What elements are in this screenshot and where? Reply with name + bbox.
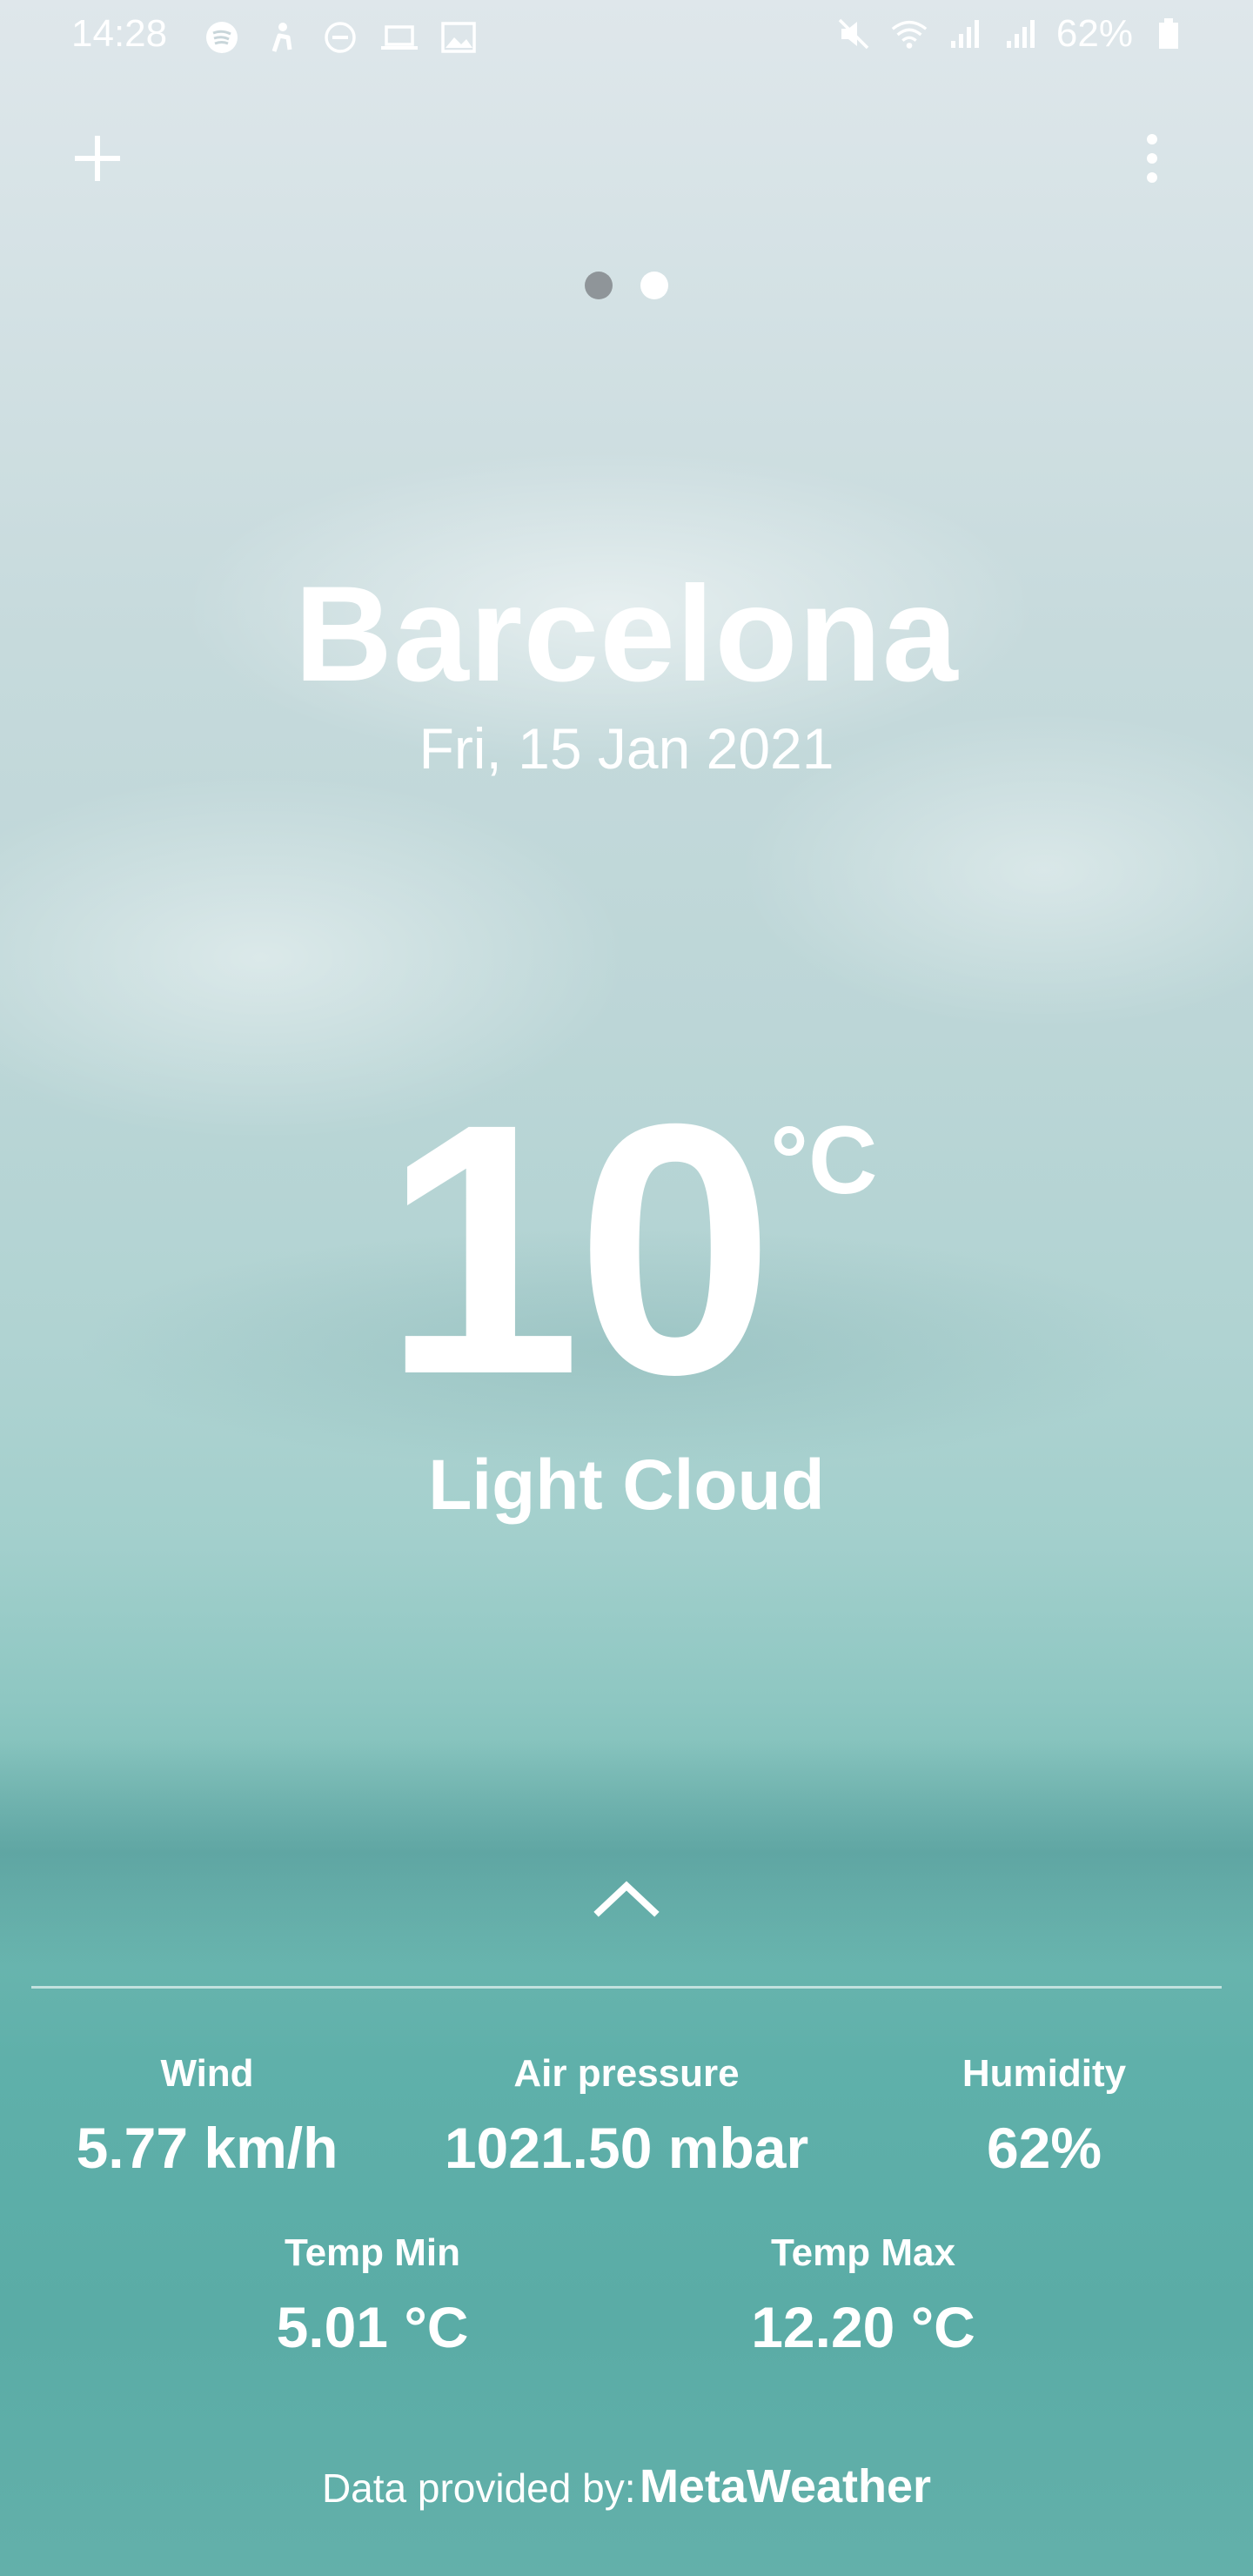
- laptop-icon: [379, 17, 419, 57]
- air-pressure-value: 1021.50 mbar: [444, 2116, 809, 2180]
- attribution-prefix: Data provided by:: [321, 2465, 636, 2511]
- status-bar: 14:28 62%: [0, 0, 1253, 73]
- data-attribution: Data provided by: MetaWeather: [0, 2459, 1253, 2513]
- details-divider: [31, 1986, 1222, 1989]
- expand-details-button[interactable]: [592, 1875, 661, 1919]
- overflow-menu-button[interactable]: [1135, 131, 1169, 186]
- humidity-stat: Humidity 62%: [853, 2052, 1236, 2181]
- wifi-icon: [889, 14, 929, 54]
- humidity-value: 62%: [986, 2116, 1102, 2180]
- more-vert-icon: [1147, 134, 1157, 183]
- wind-stat: Wind 5.77 km/h: [16, 2052, 399, 2181]
- chevron-up-icon: [593, 1881, 660, 1917]
- temperature-unit: °C: [770, 1107, 878, 1214]
- status-system-icons: 62%: [834, 12, 1189, 56]
- temp-min-value: 5.01 °C: [276, 2295, 469, 2359]
- page-indicator: [0, 272, 1253, 299]
- temp-min-stat: Temp Min 5.01 °C: [181, 2231, 564, 2360]
- humidity-label: Humidity: [962, 2052, 1127, 2095]
- plus-icon: [75, 136, 120, 181]
- status-notification-icons: [202, 17, 479, 57]
- battery-percent: 62%: [1055, 12, 1133, 55]
- weather-condition: Light Cloud: [428, 1446, 825, 1525]
- signal-icon: [945, 14, 985, 54]
- temp-min-label: Temp Min: [284, 2231, 461, 2274]
- air-pressure-label: Air pressure: [513, 2052, 740, 2095]
- attribution-source-link[interactable]: MetaWeather: [640, 2460, 931, 2512]
- temp-max-value: 12.20 °C: [751, 2295, 975, 2359]
- image-icon: [439, 17, 479, 57]
- mute-icon: [834, 14, 874, 54]
- spotify-icon: [202, 17, 242, 57]
- add-city-button[interactable]: [70, 131, 125, 186]
- current-temperature: 10 °C: [0, 1070, 1253, 1427]
- temp-max-label: Temp Max: [771, 2231, 955, 2274]
- date-label: Fri, 15 Jan 2021: [419, 716, 834, 781]
- temperature-value: 10: [383, 1050, 774, 1448]
- status-time: 14:28: [71, 12, 168, 55]
- wind-label: Wind: [160, 2052, 254, 2095]
- wind-value: 5.77 km/h: [76, 2116, 338, 2180]
- air-pressure-stat: Air pressure 1021.50 mbar: [435, 2052, 818, 2181]
- signal-icon: [1001, 14, 1041, 54]
- battery-icon: [1149, 14, 1189, 54]
- background-horizon: [0, 1741, 1253, 1967]
- city-name: Barcelona: [294, 559, 959, 710]
- temp-max-stat: Temp Max 12.20 °C: [672, 2231, 1055, 2360]
- figure-icon: [261, 17, 301, 57]
- page-dot-active[interactable]: [585, 272, 613, 299]
- page-dot[interactable]: [640, 272, 668, 299]
- weather-screen: 14:28 62% Barcelona Fri, 15 Jan 2021 10 …: [0, 0, 1253, 2576]
- do-not-disturb-icon: [320, 17, 360, 57]
